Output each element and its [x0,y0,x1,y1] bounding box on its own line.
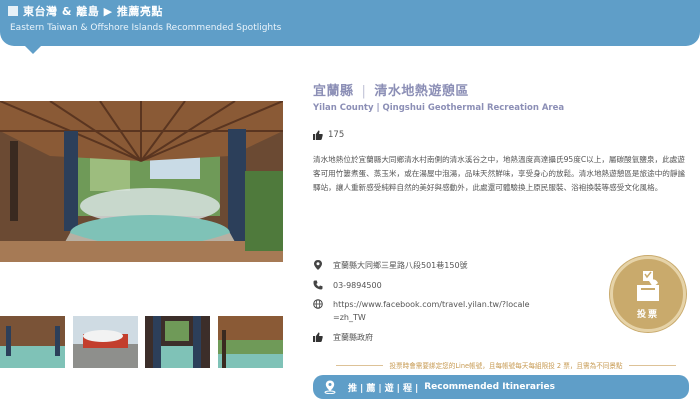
itinerary-char-2: 薦 [366,383,376,394]
thumbnail-3[interactable] [145,316,211,368]
address-row: 宜蘭縣大同鄉三星路八段501巷150號 [313,259,468,272]
spot-title: 宜蘭縣 | 清水地熱遊憩區 [313,80,469,99]
itinerary-char-4: 程 [402,383,412,394]
ballot-box-icon [637,271,659,301]
thumbnail-4[interactable] [217,316,283,368]
notice-line-left [336,364,384,366]
vote-label: 投票 [636,310,659,320]
like-count-value: 175 [328,130,345,140]
phone-text[interactable]: 03-9894500 [333,279,382,292]
spot-description: 清水地熱位於宜蘭縣大同鄉清水村南側的清水溪谷之中，地熱溫度高達攝氏95度C以上，… [313,155,686,192]
banner-title: 東台灣 & 離島 ▶ 推薦亮點 [8,3,163,19]
thumbnail-1[interactable] [0,316,65,368]
phone-icon [313,280,323,290]
recommended-itineraries-button[interactable]: 推 | 薦 | 遊 | 程 | Recommended Itineraries [313,375,689,399]
title-separator: | [361,84,367,99]
square-icon [8,6,18,16]
phone-row: 03-9894500 [313,279,382,292]
main-photo [0,101,283,262]
address-text: 宜蘭縣大同鄉三星路八段501巷150號 [333,261,468,270]
thumb-up-icon [313,130,323,140]
itinerary-title-en: Recommended Itineraries [424,382,555,392]
itinerary-char-3: 遊 [384,383,394,394]
globe-icon [313,299,323,309]
thumbnail-strip [0,316,283,368]
thumbnail-2[interactable] [72,316,138,368]
banner-subtitle: Eastern Taiwan & Offshore Islands Recomm… [10,23,282,33]
organizer-row: 宜蘭縣政府 [313,331,373,344]
header-banner: 東台灣 & 離島 ▶ 推薦亮點 Eastern Taiwan & Offshor… [0,0,700,46]
banner-notch [24,45,42,54]
spot-subtitle-en: Yilan County | Qingshui Geothermal Recre… [313,103,565,113]
itinerary-char-1: 推 [348,383,358,394]
notice-line-right [628,364,677,366]
organizer-text: 宜蘭縣政府 [333,333,373,342]
vote-notice: 投票時會需要綁定您的Line帳號，且每帳號每天每組限投 2 票，且需為不同景點 [336,360,677,370]
location-pin-icon [314,260,322,270]
like-count[interactable]: 175 [313,130,344,140]
map-pin-icon [324,380,336,394]
page: 東台灣 & 離島 ▶ 推薦亮點 Eastern Taiwan & Offshor… [0,0,700,401]
banner-title-text: 東台灣 & 離島 ▶ 推薦亮點 [23,5,163,18]
vote-notice-text: 投票時會需要綁定您的Line帳號，且每帳號每天每組限投 2 票，且需為不同景點 [389,362,623,370]
website-link[interactable]: https://www.facebook.com/travel.yilan.tw… [333,298,533,324]
website-row: https://www.facebook.com/travel.yilan.tw… [313,298,533,324]
spot-county: 宜蘭縣 [313,84,354,99]
spot-name: 清水地熱遊憩區 [374,84,469,99]
itinerary-title-cn: 推 | 薦 | 遊 | 程 | [345,381,418,394]
thumb-up-icon [313,332,323,342]
vote-button[interactable]: 投票 [610,256,686,332]
